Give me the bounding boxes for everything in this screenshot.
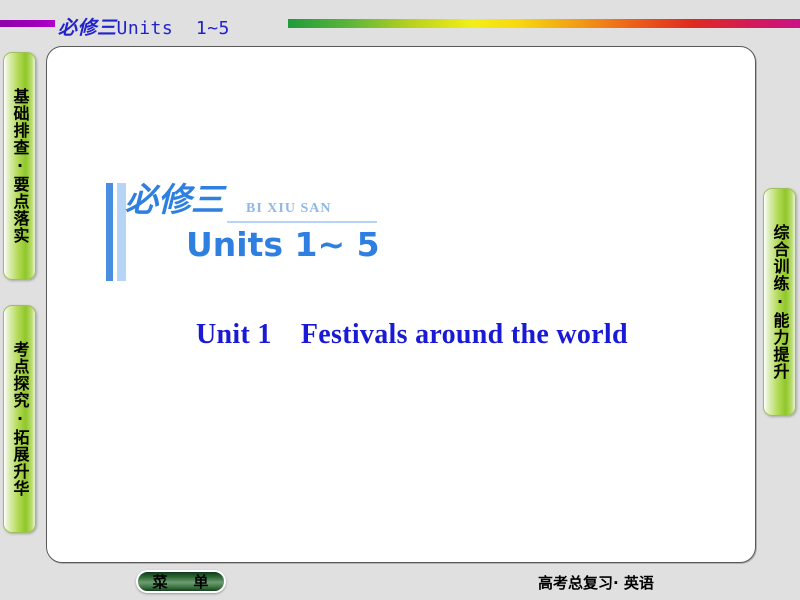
- book-title-block: 必修三 BI XIU SAN Units 1~ 5: [106, 173, 426, 281]
- sidebar-tab-label: 综合训练·能力提升: [770, 224, 790, 380]
- purple-accent-bar: [0, 20, 55, 27]
- header-book-label: 必修三: [58, 17, 117, 39]
- rainbow-accent-bar: [288, 19, 800, 28]
- sidebar-tab-exam-points[interactable]: 考点探究·拓展升华: [3, 305, 36, 533]
- top-header-bar: 必修三Units 1~5: [0, 0, 800, 46]
- menu-button-label: 菜 单: [152, 573, 210, 591]
- sidebar-tab-comprehensive-training[interactable]: 综合训练·能力提升: [763, 188, 796, 416]
- sidebar-tab-basic-review[interactable]: 基础排查·要点落实: [3, 52, 36, 280]
- header-units-label: Units 1~5: [116, 18, 230, 39]
- sidebar-tab-label: 基础排查·要点落实: [10, 88, 30, 244]
- menu-button[interactable]: 菜 单: [136, 570, 226, 593]
- main-content-panel: 必修三 BI XIU SAN Units 1~ 5 Unit 1 Festiva…: [46, 46, 756, 563]
- unit-heading: Unit 1 Festivals around the world: [196, 319, 628, 350]
- footer-series-label: 高考总复习· 英语: [538, 574, 654, 592]
- book-title-chinese: 必修三: [125, 180, 224, 219]
- footer-divider: [0, 569, 800, 570]
- book-title-pinyin: BI XIU SAN: [246, 201, 332, 216]
- title-accent-bar-dark: [106, 183, 113, 281]
- sidebar-tab-label: 考点探究·拓展升华: [10, 341, 30, 497]
- units-title: Units 1~ 5: [186, 225, 380, 264]
- header-title: 必修三Units 1~5: [58, 13, 230, 40]
- pinyin-underline: [227, 221, 377, 223]
